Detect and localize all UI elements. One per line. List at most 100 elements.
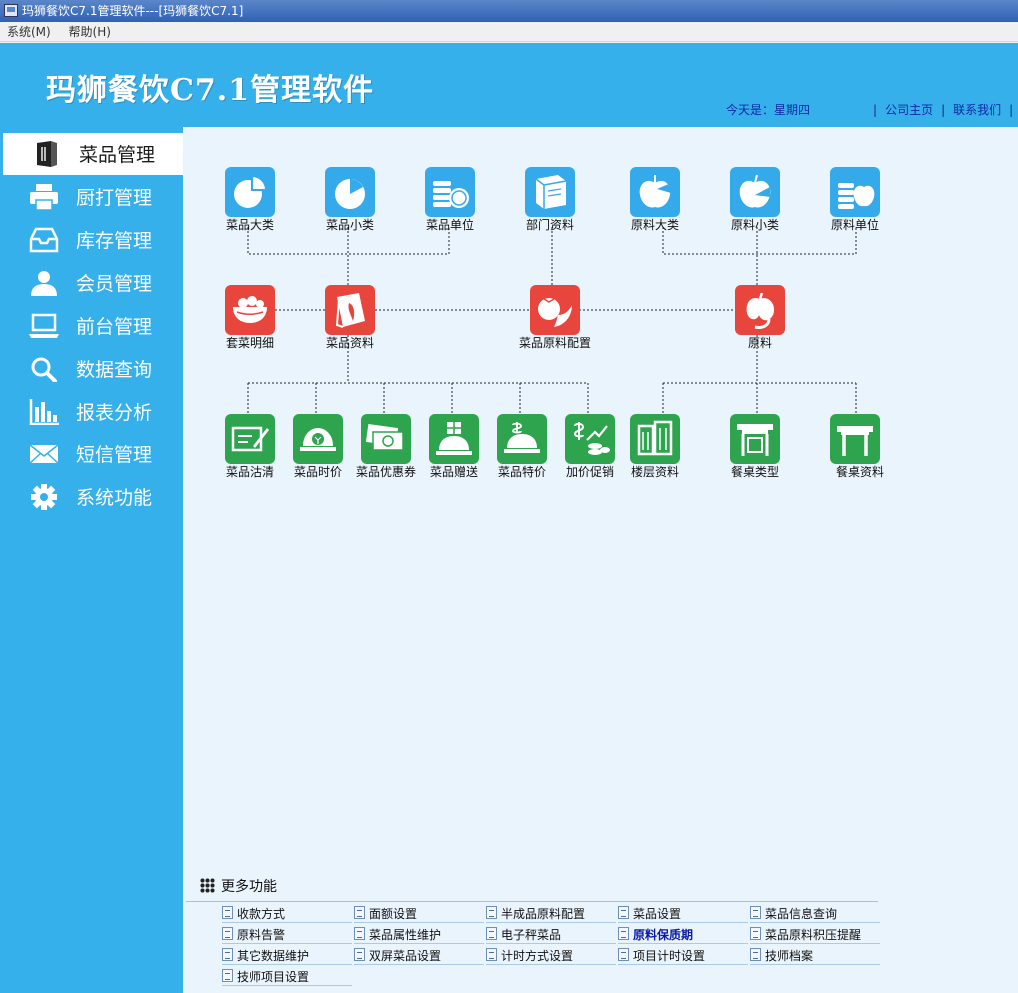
sidebar-item-front-desk[interactable]: 前台管理 <box>0 305 183 347</box>
company-home-link[interactable]: 公司主页 <box>885 103 933 117</box>
pie-slice-icon <box>335 179 365 209</box>
dish-coupon-tile[interactable] <box>361 414 411 464</box>
apple-slice-icon <box>739 174 771 208</box>
document-icon <box>750 906 761 919</box>
promotion-chart-icon <box>573 422 610 455</box>
dish-subcategory-label: 菜品小类 <box>325 218 374 232</box>
money-bills-icon <box>365 423 404 451</box>
document-icon <box>618 927 629 940</box>
more-link-scale-dish[interactable]: 电子秤菜品 <box>486 923 616 944</box>
more-link-dish-settings[interactable]: 菜品设置 <box>618 902 748 923</box>
sidebar-item-kitchen-print[interactable]: 厨打管理 <box>0 176 183 218</box>
sidebar-item-label: 菜品管理 <box>79 144 156 166</box>
sidebar-item-sms[interactable]: 短信管理 <box>0 433 183 475</box>
dish-subcategory-tile[interactable] <box>325 167 375 217</box>
document-icon <box>486 906 497 919</box>
document-icon <box>486 948 497 961</box>
window-titlebar: 玛狮餐饮C7.1管理软件---[玛狮餐饮C7.1] <box>0 0 1018 22</box>
table-info-label: 餐桌资料 <box>835 465 884 479</box>
dish-special-price-tile[interactable] <box>497 414 547 464</box>
material-subcategory-tile[interactable] <box>730 167 780 217</box>
floor-info-tile[interactable] <box>630 414 680 464</box>
price-promotion-tile[interactable] <box>565 414 615 464</box>
app-header: 玛狮餐饮C7.1管理软件 今天是：星期四 | 公司主页 | 联系我们 | <box>0 43 1018 127</box>
inbox-icon <box>29 227 59 253</box>
pepper-icon <box>746 292 775 329</box>
more-link-technician-items[interactable]: 技师项目设置 <box>222 965 352 986</box>
more-link-shelf-life[interactable]: 原料保质期 <box>618 923 748 944</box>
more-link-dish-query[interactable]: 菜品信息查询 <box>750 902 880 923</box>
material-subcategory-label: 原料小类 <box>730 218 779 232</box>
sidebar-item-data-query[interactable]: 数据查询 <box>0 348 183 390</box>
table-info-tile[interactable] <box>830 414 880 464</box>
material-unit-label: 原料单位 <box>830 218 879 232</box>
material-label: 原料 <box>747 336 772 350</box>
department-tile[interactable] <box>525 167 575 217</box>
material-category-label: 原料大类 <box>630 218 679 232</box>
header-links: 今天是：星期四 | 公司主页 | 联系我们 | <box>726 101 1018 118</box>
document-icon <box>222 906 233 919</box>
contact-us-link[interactable]: 联系我们 <box>953 103 1001 117</box>
sidebar-item-label: 报表分析 <box>76 402 153 424</box>
window-title: 玛狮餐饮C7.1管理软件---[玛狮餐饮C7.1] <box>22 4 244 18</box>
gear-icon <box>31 484 57 510</box>
table-type-icon <box>737 424 773 456</box>
dish-unit-tile[interactable] <box>425 167 475 217</box>
salad-bowl-icon <box>233 296 267 323</box>
more-link-timing-method[interactable]: 计时方式设置 <box>486 944 616 965</box>
sidebar-item-members[interactable]: 会员管理 <box>0 262 183 304</box>
material-category-tile[interactable] <box>630 167 680 217</box>
document-icon <box>486 927 497 940</box>
more-link-material-alarm[interactable]: 原料告警 <box>222 923 352 944</box>
special-price-icon <box>504 422 540 453</box>
dish-info-tile[interactable] <box>325 285 375 335</box>
menu-help[interactable]: 帮助(H) <box>62 22 118 42</box>
more-link-overstock-reminder[interactable]: 菜品原料积压提醒 <box>750 923 880 944</box>
search-icon <box>31 357 57 382</box>
dish-category-label: 菜品大类 <box>225 218 274 232</box>
more-functions-title: 更多功能 <box>200 876 277 896</box>
dish-unit-label: 菜品单位 <box>425 218 474 232</box>
dish-gift-tile[interactable] <box>429 414 479 464</box>
sidebar-item-system[interactable]: 系统功能 <box>0 476 183 518</box>
coins-icon <box>433 181 469 208</box>
dish-market-price-tile[interactable] <box>293 414 343 464</box>
set-meal-detail-tile[interactable] <box>225 285 275 335</box>
link-separator: | <box>1009 103 1014 117</box>
sidebar-item-dish-management[interactable]: 菜品管理 <box>3 133 183 175</box>
more-link-dish-attributes[interactable]: 菜品属性维护 <box>354 923 484 944</box>
document-icon <box>222 948 233 961</box>
check-writing-icon <box>231 426 269 452</box>
laptop-icon <box>29 313 59 338</box>
material-tile[interactable] <box>735 285 785 335</box>
more-link-technician-files[interactable]: 技师档案 <box>750 944 880 965</box>
link-separator: | <box>941 103 946 117</box>
more-link-other-data[interactable]: 其它数据维护 <box>222 944 352 965</box>
more-link-semi-finished[interactable]: 半成品原料配置 <box>486 902 616 923</box>
more-link-denomination[interactable]: 面额设置 <box>354 902 484 923</box>
sidebar-item-label: 会员管理 <box>76 273 153 295</box>
user-icon <box>31 271 57 296</box>
sidebar-item-reports[interactable]: 报表分析 <box>0 391 183 433</box>
table-icon <box>837 426 873 456</box>
more-link-payment-method[interactable]: 收款方式 <box>222 902 352 923</box>
gift-dish-icon <box>436 422 472 455</box>
document-icon <box>354 906 365 919</box>
document-icon <box>222 927 233 940</box>
more-link-dual-screen[interactable]: 双屏菜品设置 <box>354 944 484 965</box>
dish-category-tile[interactable] <box>225 167 275 217</box>
envelope-icon <box>29 444 59 464</box>
date-label: 今天是：星期四 <box>726 103 811 117</box>
material-unit-tile[interactable] <box>830 167 880 217</box>
sidebar: 菜品管理 厨打管理 库存管理 会员管理 前台管理 数据查询 报表分析 短信管理 … <box>0 127 183 993</box>
more-link-item-timing[interactable]: 项目计时设置 <box>618 944 748 965</box>
dish-material-config-tile[interactable] <box>530 285 580 335</box>
dish-sold-out-tile[interactable] <box>225 414 275 464</box>
table-type-tile[interactable] <box>730 414 780 464</box>
document-icon <box>750 948 761 961</box>
menu-system[interactable]: 系统(M) <box>0 22 58 42</box>
menu-book-icon <box>37 141 57 167</box>
sidebar-item-inventory[interactable]: 库存管理 <box>0 219 183 261</box>
sidebar-item-label: 系统功能 <box>76 487 153 509</box>
document-icon <box>354 927 365 940</box>
